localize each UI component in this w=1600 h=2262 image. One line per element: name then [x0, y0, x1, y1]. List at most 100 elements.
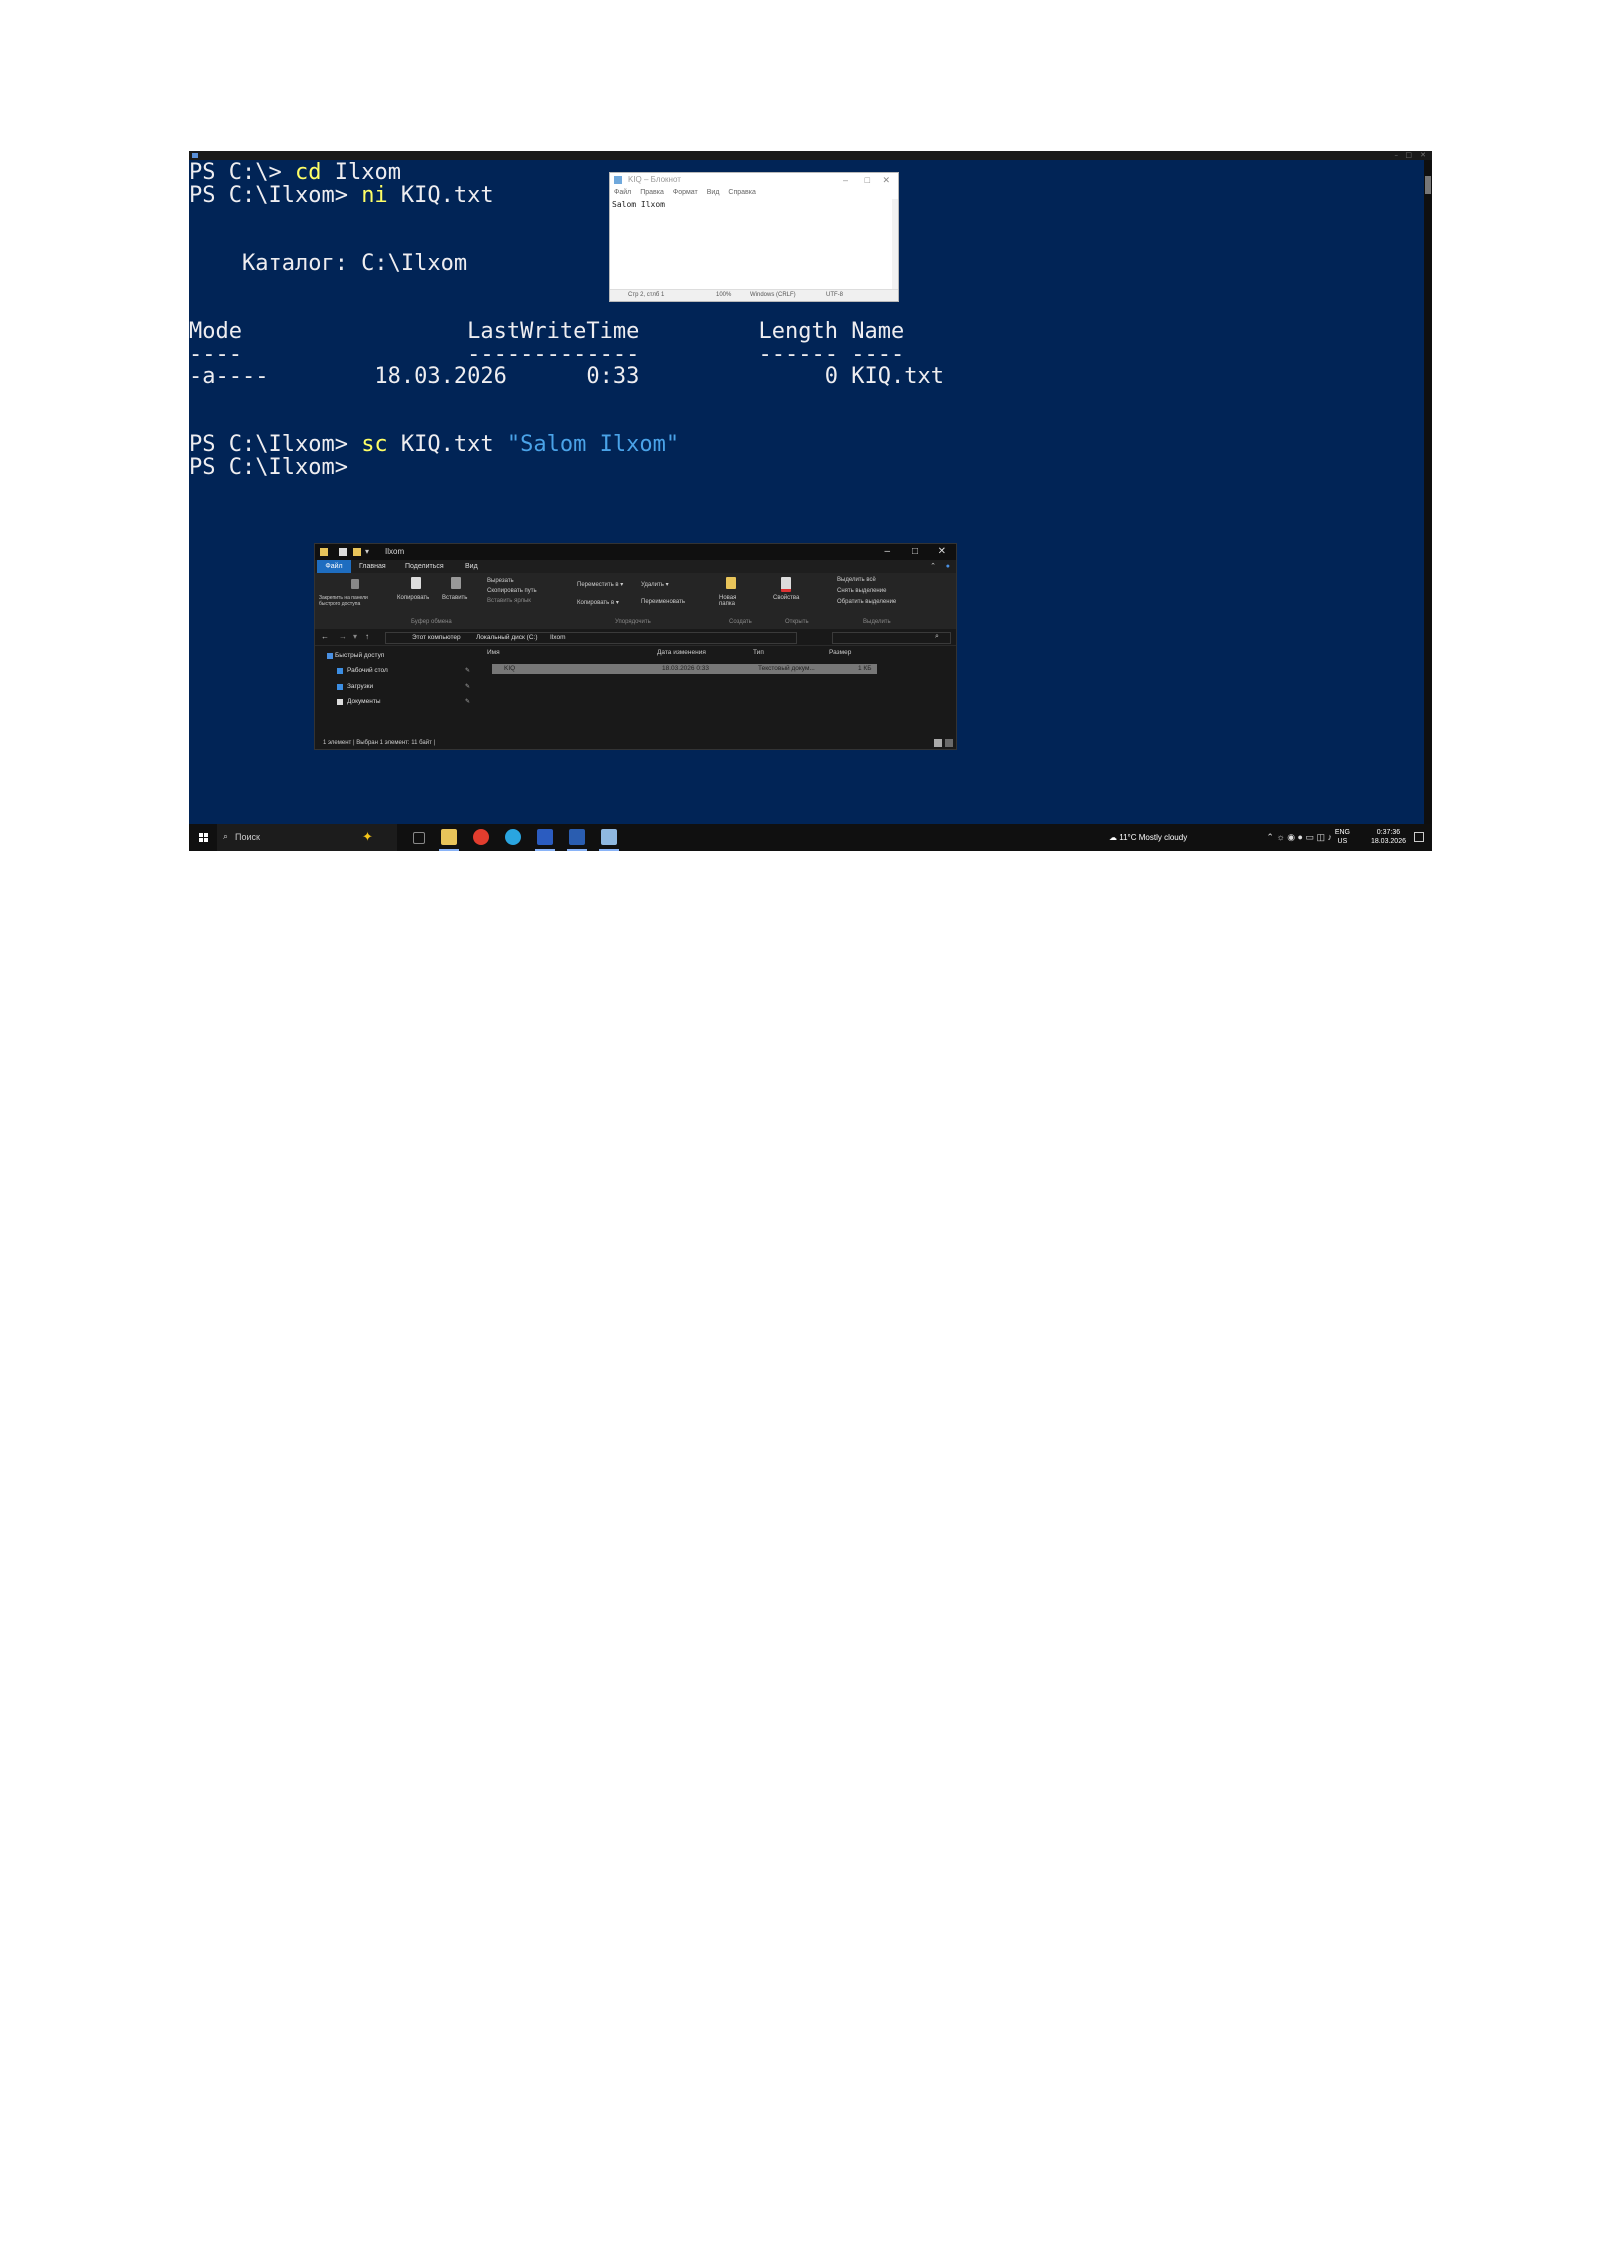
help-icon[interactable]: ●	[946, 560, 950, 573]
menu-file[interactable]: Файл	[614, 189, 631, 196]
breadcrumb-folder[interactable]: Ilxom	[550, 633, 566, 643]
quick-access-dropdown-icon[interactable]: ▾	[365, 544, 369, 560]
menu-view[interactable]: Вид	[707, 189, 720, 196]
forward-arrow-icon[interactable]: →	[339, 629, 347, 645]
powershell-icon	[192, 153, 198, 158]
menu-format[interactable]: Формат	[673, 189, 698, 196]
nav-item-downloads[interactable]: Загрузки	[347, 683, 373, 690]
address-bar: ← → ▾ ↑ Этот компьютер Локальный диск (C…	[315, 629, 956, 646]
select-all-button[interactable]: Выделить всё	[837, 577, 876, 583]
column-date[interactable]: Дата изменения	[657, 649, 706, 656]
search-icon: ⌕	[223, 831, 229, 841]
properties-button[interactable]: Свойства	[773, 595, 799, 601]
maximize-icon[interactable]: □	[1405, 151, 1412, 160]
move-to-button[interactable]: Переместить в ▾	[577, 581, 623, 588]
minimize-icon[interactable]: –	[884, 544, 890, 560]
nav-item-documents[interactable]: Документы	[347, 698, 381, 705]
copy-icon[interactable]	[411, 577, 421, 589]
notepad-taskbar-icon[interactable]	[601, 829, 617, 845]
notepad-window[interactable]: KIQ – Блокнот – □ ✕ Файл Правка Формат Вид С…	[609, 172, 899, 302]
explorer-window[interactable]: ▾ Ilxom – □ ✕ Файл Главная Поделиться Ви…	[314, 543, 957, 750]
pin-quick-access-button[interactable]: Закрепить на панели быстрого доступа	[319, 595, 389, 607]
invert-selection-button[interactable]: Обратить выделение	[837, 599, 896, 605]
notepad-menubar: Файл Правка Формат Вид Справка	[610, 187, 898, 199]
notification-icon[interactable]	[1414, 832, 1424, 842]
folder-icon	[320, 548, 328, 556]
breadcrumb-pc[interactable]: Этот компьютер	[412, 633, 461, 643]
explorer-titlebar[interactable]: ▾ Ilxom – □ ✕	[315, 544, 956, 560]
pin-icon: ✎	[465, 684, 471, 690]
minimize-icon[interactable]: –	[843, 173, 848, 187]
powershell-titlebar[interactable]: – □ ✕	[189, 151, 1432, 160]
tab-share[interactable]: Поделиться	[405, 560, 444, 573]
search-input[interactable]	[832, 632, 951, 644]
pin-icon[interactable]	[351, 579, 359, 589]
maximize-icon[interactable]: □	[912, 544, 918, 560]
tray-icons[interactable]: ⌃ ☼ ◉ ● ▭ ◫ ♪	[1266, 832, 1332, 843]
properties-icon[interactable]	[781, 577, 791, 592]
nav-item-quick-access[interactable]: Быстрый доступ	[335, 652, 384, 659]
windows-start-icon[interactable]	[199, 833, 209, 843]
select-none-button[interactable]: Снять выделение	[837, 588, 886, 594]
tab-view[interactable]: Вид	[465, 560, 478, 573]
notepad-titlebar[interactable]: KIQ – Блокнот – □ ✕	[610, 173, 898, 187]
minimize-icon[interactable]: –	[1395, 151, 1399, 160]
breadcrumb-disk[interactable]: Локальный диск (C:)	[476, 633, 538, 643]
table-row[interactable]: KIQ 18.03.2026 0:33 Текстовый докум... 1…	[492, 664, 877, 674]
weather-widget[interactable]: ☁ 11°C Mostly cloudy	[1109, 824, 1187, 851]
new-folder-button[interactable]: Новая папка	[719, 595, 743, 607]
tiles-view-icon[interactable]	[945, 739, 953, 747]
back-arrow-icon[interactable]: ←	[321, 629, 329, 645]
console-cmd: sc	[361, 432, 388, 458]
column-size[interactable]: Размер	[829, 649, 851, 656]
copy-path-button[interactable]: Скопировать путь	[487, 588, 537, 594]
menu-edit[interactable]: Правка	[640, 189, 664, 196]
paste-shortcut-button[interactable]: Вставить ярлык	[487, 598, 531, 604]
powershell-taskbar-icon[interactable]	[569, 829, 585, 845]
rename-button[interactable]: Переименовать	[641, 599, 685, 605]
file-name: KIQ	[504, 665, 516, 672]
tab-home[interactable]: Главная	[359, 560, 386, 573]
powershell-scrollbar[interactable]	[1424, 160, 1432, 824]
language-indicator[interactable]: ENG US	[1335, 828, 1350, 846]
group-clipboard-label: Буфер обмена	[411, 619, 452, 625]
close-icon[interactable]: ✕	[938, 544, 946, 560]
new-folder-icon[interactable]	[726, 577, 736, 589]
column-type[interactable]: Тип	[753, 649, 764, 656]
tab-file[interactable]: Файл	[317, 560, 351, 573]
copy-to-button[interactable]: Копировать в ▾	[577, 599, 619, 606]
nav-item-desktop[interactable]: Рабочий стол	[347, 667, 388, 674]
scrollbar-thumb[interactable]	[1425, 176, 1431, 194]
taskbar-search[interactable]: ⌕ Поиск ✦	[217, 824, 397, 851]
pin-icon: ✎	[465, 668, 471, 674]
delete-button[interactable]: Удалить ▾	[641, 581, 669, 588]
paste-icon[interactable]	[451, 577, 461, 589]
address-input[interactable]: Этот компьютер Локальный диск (C:) Ilxom	[385, 632, 797, 644]
properties-quick-icon[interactable]	[339, 548, 347, 556]
copy-button[interactable]: Копировать	[397, 595, 429, 601]
close-icon[interactable]: ✕	[882, 173, 890, 187]
file-explorer-taskbar-icon[interactable]	[441, 829, 457, 845]
ribbon-collapse-icon[interactable]: ⌃	[930, 560, 936, 573]
telegram-icon[interactable]	[505, 829, 521, 845]
clock-date: 18.03.2026	[1370, 838, 1406, 845]
menu-help[interactable]: Справка	[728, 189, 755, 196]
new-folder-quick-icon[interactable]	[353, 548, 361, 556]
chrome-icon[interactable]	[473, 829, 489, 845]
up-arrow-icon[interactable]: ↑	[365, 629, 369, 645]
close-icon[interactable]: ✕	[1420, 151, 1426, 160]
notepad-scrollbar[interactable]	[892, 199, 898, 291]
details-view-icon[interactable]	[934, 739, 942, 747]
word-icon[interactable]	[537, 829, 553, 845]
paste-button[interactable]: Вставить	[442, 595, 467, 601]
task-view-icon[interactable]	[413, 832, 425, 844]
clock[interactable]: 0:37:36 18.03.2026	[1371, 828, 1406, 846]
maximize-icon[interactable]: □	[865, 173, 870, 187]
sparkle-icon[interactable]: ✦	[362, 829, 373, 845]
recent-dropdown-icon[interactable]: ▾	[353, 629, 357, 645]
column-name[interactable]: Имя	[487, 649, 500, 656]
notepad-text-area[interactable]: Salom Ilxom	[610, 199, 898, 210]
cut-button[interactable]: Вырезать	[487, 578, 514, 584]
status-text: 1 элемент | Выбран 1 элемент: 11 байт |	[323, 740, 436, 746]
